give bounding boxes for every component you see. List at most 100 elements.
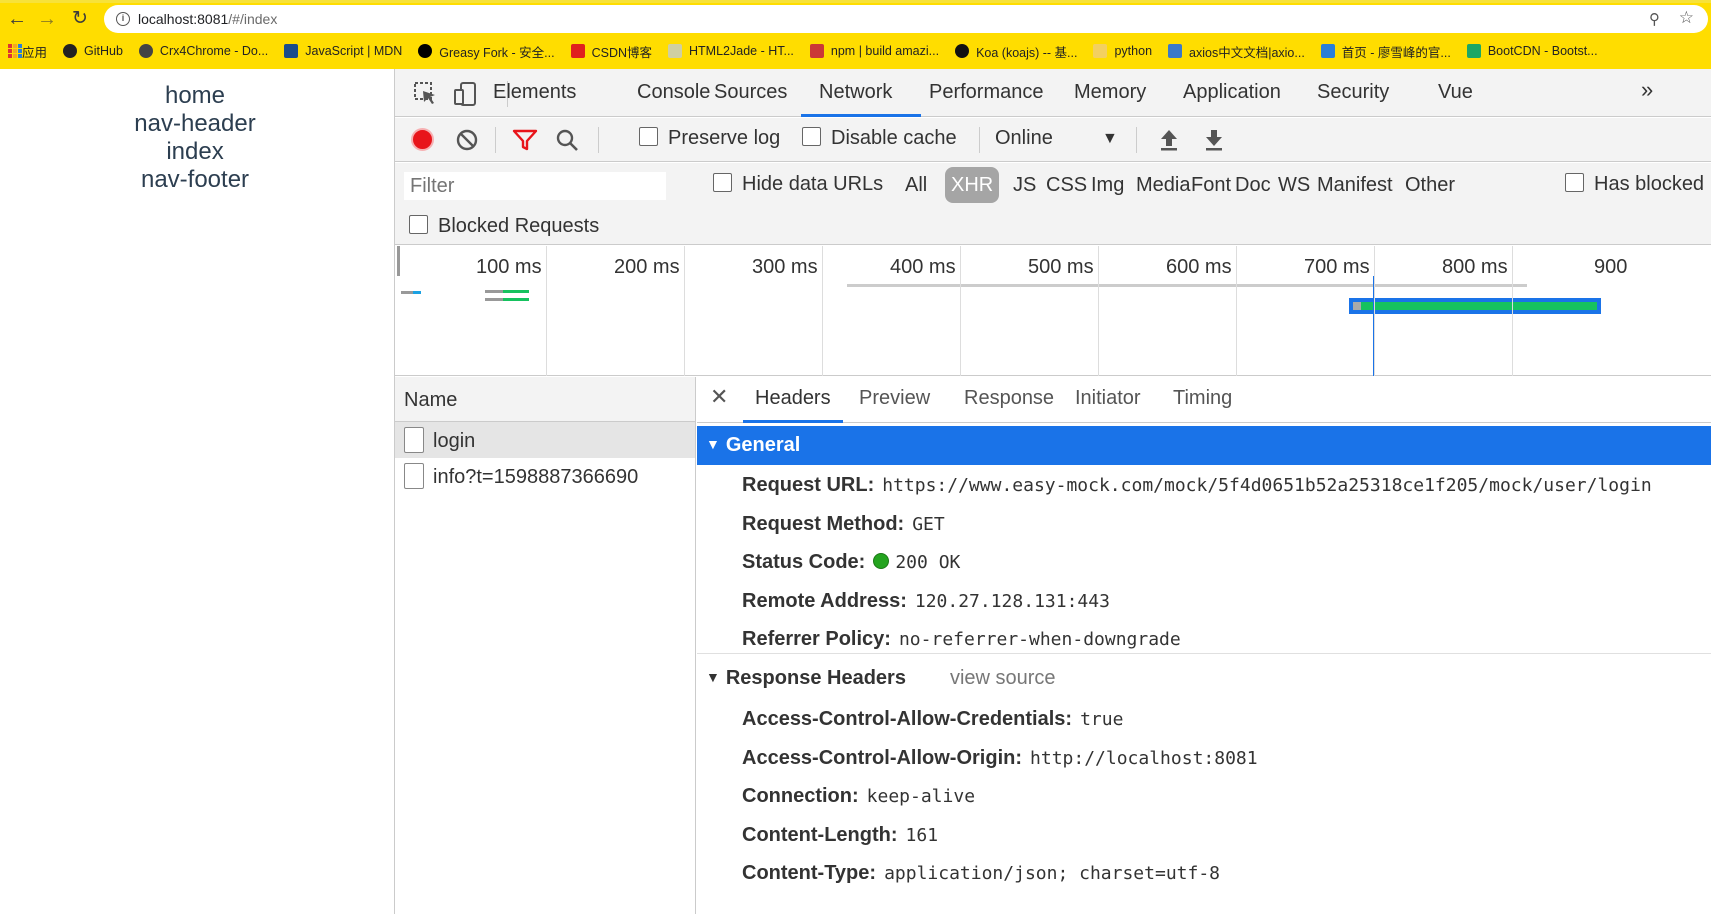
response-headers-section-header[interactable]: ▼ Response Headers view source: [697, 659, 1065, 698]
search-icon[interactable]: [555, 128, 579, 152]
nav-link-nav-footer[interactable]: nav-footer: [0, 166, 390, 194]
tab-application[interactable]: Application: [1183, 81, 1281, 104]
device-toolbar-icon[interactable]: [453, 81, 479, 107]
header-key: Request URL:: [742, 474, 875, 496]
more-tabs-icon[interactable]: »: [1641, 77, 1653, 103]
bookmark-item[interactable]: Koa (koajs) -- 基...: [955, 42, 1077, 61]
tab-vue[interactable]: Vue: [1438, 81, 1473, 104]
general-section-header[interactable]: ▼ General: [697, 426, 1711, 465]
bookmark-item[interactable]: GitHub: [63, 44, 123, 58]
chevron-down-icon[interactable]: ▼: [1102, 130, 1118, 148]
filter-type-media[interactable]: Media: [1132, 167, 1194, 203]
header-key: Referrer Policy:: [742, 628, 891, 650]
disable-cache-checkbox[interactable]: Disable cache: [802, 127, 957, 150]
request-list: Name login info?t=1598887366690: [395, 377, 696, 914]
general-header-row: Request URL: https://www.easy-mock.com/mo…: [742, 474, 1652, 497]
preserve-log-label: Preserve log: [668, 127, 781, 149]
overview-gridline: [684, 246, 685, 376]
overview-request-bar: [413, 291, 421, 294]
request-row[interactable]: login: [395, 422, 695, 458]
filter-type-css[interactable]: CSS: [1042, 167, 1091, 203]
has-blocked-checkbox[interactable]: Has blocked: [1565, 173, 1704, 196]
bookmark-item[interactable]: JavaScript | MDN: [284, 44, 402, 58]
bookmark-item[interactable]: npm | build amazi...: [809, 44, 939, 58]
network-overview-timeline[interactable]: 100 ms 200 ms 300 ms 400 ms 500 ms 600 ms 700 …: [395, 246, 1711, 376]
bookmark-item[interactable]: 首页 - 廖雪峰的官...: [1320, 42, 1451, 61]
detail-tab-timing[interactable]: Timing: [1173, 387, 1232, 410]
bookmark-item[interactable]: 应用: [8, 42, 47, 61]
bookmark-item[interactable]: HTML2Jade - HT...: [668, 44, 794, 58]
inspect-element-icon[interactable]: [413, 81, 439, 107]
bookmark-star-icon[interactable]: ☆: [1679, 8, 1694, 28]
url-text[interactable]: localhost:8081/#/index: [138, 11, 277, 27]
filter-type-all[interactable]: All: [901, 167, 931, 203]
detail-tab-response[interactable]: Response: [964, 387, 1054, 410]
bookmark-label: Greasy Fork - 安全...: [439, 45, 555, 60]
overview-handle[interactable]: [397, 246, 400, 276]
general-header-row: Request Method: GET: [742, 513, 945, 536]
bookmark-item[interactable]: BootCDN - Bootst...: [1466, 44, 1598, 58]
bookmark-item[interactable]: Greasy Fork - 安全...: [418, 42, 555, 61]
zoom-icon[interactable]: ⚲: [1649, 10, 1660, 28]
filter-icon[interactable]: [512, 128, 538, 152]
info-icon[interactable]: i: [116, 12, 130, 26]
record-icon[interactable]: [411, 128, 434, 157]
tab-network[interactable]: Network: [819, 81, 892, 104]
forward-arrow-icon[interactable]: →: [36, 8, 58, 30]
view-source-link[interactable]: view source: [950, 667, 1056, 689]
filter-input[interactable]: [404, 172, 666, 200]
filter-type-img[interactable]: Img: [1087, 167, 1128, 203]
bookmark-item[interactable]: python: [1093, 44, 1152, 58]
general-header-row: Referrer Policy: no-referrer-when-downgra…: [742, 628, 1181, 651]
tab-console[interactable]: Console: [637, 81, 710, 104]
checkbox-icon[interactable]: [409, 215, 428, 234]
filter-type-ws[interactable]: WS: [1274, 167, 1314, 203]
overview-request-download: [1361, 302, 1597, 310]
nav-link-home[interactable]: home: [0, 82, 390, 110]
filter-type-manifest[interactable]: Manifest: [1313, 167, 1397, 203]
checkbox-icon[interactable]: [802, 127, 821, 146]
filter-type-js[interactable]: JS: [1009, 167, 1040, 203]
npm-icon: [809, 44, 824, 58]
import-har-icon[interactable]: [1158, 128, 1180, 152]
browser-chrome: ← → ↻ i localhost:8081/#/index ⚲ ☆ 应用 Git…: [0, 0, 1711, 69]
tab-performance[interactable]: Performance: [929, 81, 1044, 104]
header-value: no-referrer-when-downgrade: [898, 629, 1181, 650]
detail-tab-initiator[interactable]: Initiator: [1075, 387, 1141, 410]
blocked-requests-checkbox[interactable]: Blocked Requests: [409, 215, 599, 238]
export-har-icon[interactable]: [1203, 128, 1225, 152]
close-icon[interactable]: ✕: [710, 384, 728, 410]
filter-type-doc[interactable]: Doc: [1231, 167, 1275, 203]
hide-data-urls-checkbox[interactable]: Hide data URLs: [713, 173, 883, 196]
back-arrow-icon[interactable]: ←: [6, 8, 28, 30]
csdn-icon: [570, 44, 585, 58]
tab-sources[interactable]: Sources: [714, 81, 787, 104]
bookmark-item[interactable]: Crx4Chrome - Do...: [138, 44, 268, 58]
nav-link-nav-header[interactable]: nav-header: [0, 110, 390, 138]
throttling-select[interactable]: Online: [995, 127, 1053, 150]
tab-security[interactable]: Security: [1317, 81, 1389, 104]
request-row[interactable]: info?t=1598887366690: [395, 458, 695, 494]
checkbox-icon[interactable]: [713, 173, 732, 192]
filter-type-other[interactable]: Other: [1401, 167, 1459, 203]
preserve-log-checkbox[interactable]: Preserve log: [639, 127, 780, 150]
checkbox-icon[interactable]: [639, 127, 658, 146]
filter-type-font[interactable]: Font: [1187, 167, 1235, 203]
nav-link-index[interactable]: index: [0, 138, 390, 166]
detail-tab-headers[interactable]: Headers: [755, 387, 831, 410]
filter-type-xhr[interactable]: XHR: [945, 167, 1000, 203]
address-bar[interactable]: i localhost:8081/#/index ⚲ ☆: [104, 5, 1708, 33]
header-value: https://www.easy-mock.com/mock/5f4d0651b…: [882, 475, 1652, 496]
bookmark-item[interactable]: CSDN博客: [570, 42, 652, 61]
tab-elements[interactable]: Elements: [493, 81, 576, 104]
response-header-row: Content-Type: application/json; charset=u…: [742, 862, 1220, 885]
tab-memory[interactable]: Memory: [1074, 81, 1146, 104]
clear-icon[interactable]: [455, 128, 479, 152]
overview-gridline: [960, 246, 961, 376]
name-column-header[interactable]: Name: [395, 377, 695, 422]
checkbox-icon[interactable]: [1565, 173, 1584, 192]
overview-gridline: [1098, 246, 1099, 376]
bookmark-item[interactable]: axios中文文档|axio...: [1168, 42, 1305, 61]
reload-icon[interactable]: ↻: [69, 8, 91, 30]
detail-tab-preview[interactable]: Preview: [859, 387, 930, 410]
